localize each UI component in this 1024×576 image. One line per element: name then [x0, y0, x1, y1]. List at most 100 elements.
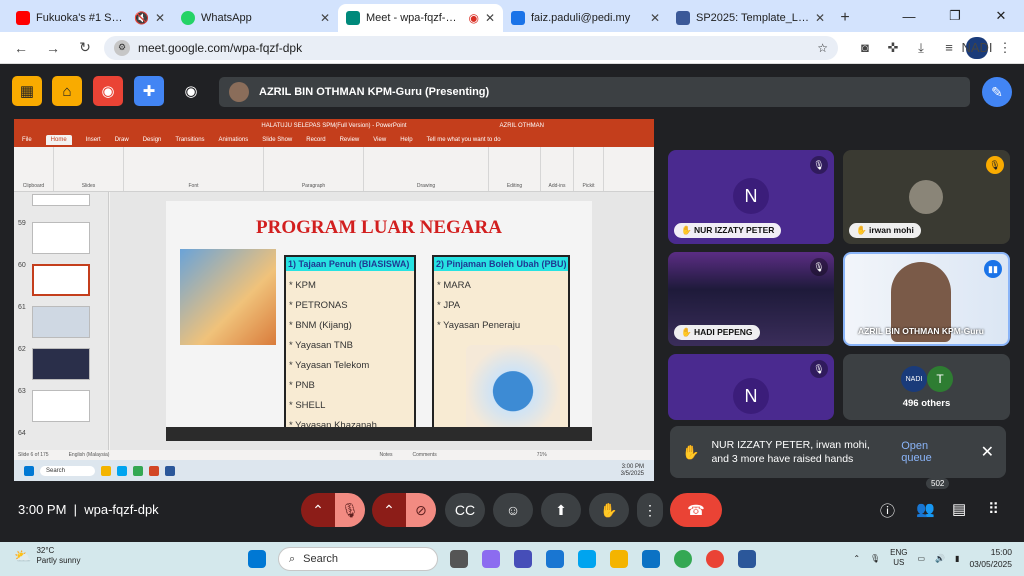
- people-icon[interactable]: 👥: [916, 500, 935, 518]
- ppt-tab-review[interactable]: Review: [340, 137, 360, 143]
- more-options-button[interactable]: ⋮: [637, 493, 663, 527]
- slide-thumbnail-current[interactable]: [32, 264, 90, 296]
- ppt-tell-me[interactable]: Tell me what you want to do: [427, 137, 501, 143]
- annotate-pen-icon[interactable]: ✎: [982, 77, 1012, 107]
- tab-meet[interactable]: Meet - wpa-fqzf-dpk ◉ ✕: [338, 4, 503, 32]
- close-tab-icon[interactable]: ✕: [155, 11, 165, 25]
- media-icon[interactable]: ≡: [938, 37, 960, 59]
- ppt-tab-design[interactable]: Design: [143, 137, 162, 143]
- ppt-tab-slideshow[interactable]: Slide Show: [262, 137, 292, 143]
- chevron-up-icon[interactable]: ⌃: [853, 554, 860, 563]
- video-options-button[interactable]: ⌃: [372, 493, 406, 527]
- taskbar-search[interactable]: ⌕ Search: [278, 547, 438, 571]
- ppt-tab-help[interactable]: Help: [400, 137, 412, 143]
- ribbon-font[interactable]: Font: [124, 147, 264, 191]
- chrome-profile-icon[interactable]: [706, 550, 724, 568]
- mute-icon[interactable]: 🔇: [134, 11, 149, 25]
- ribbon-clipboard[interactable]: Clipboard: [14, 147, 54, 191]
- close-icon[interactable]: ✕: [981, 442, 994, 462]
- door-icon[interactable]: ⌂: [52, 76, 82, 106]
- chat-icon[interactable]: ▤: [952, 500, 966, 518]
- tab-whatsapp[interactable]: WhatsApp ✕: [173, 4, 338, 32]
- ribbon-drawing[interactable]: Drawing: [364, 147, 489, 191]
- volume-icon[interactable]: 🔊: [935, 554, 945, 563]
- forward-icon[interactable]: →: [40, 35, 66, 61]
- ribbon-slides[interactable]: Slides: [54, 147, 124, 191]
- ribbon-addins[interactable]: Add-ins: [541, 147, 574, 191]
- close-tab-icon[interactable]: ✕: [650, 11, 660, 25]
- close-tab-icon[interactable]: ✕: [320, 11, 330, 25]
- captions-off-icon[interactable]: ▦: [12, 76, 42, 106]
- others-tile[interactable]: NADI T 496 others: [843, 354, 1010, 420]
- participant-tile[interactable]: N 🎙 ✋ NUR IZZATY PETER: [668, 150, 834, 244]
- zoom-level[interactable]: 71%: [537, 452, 547, 458]
- new-tab-button[interactable]: +: [833, 4, 857, 32]
- participant-tile[interactable]: N 🎙: [668, 354, 834, 420]
- word-icon[interactable]: [738, 550, 756, 568]
- store-icon[interactable]: [642, 550, 660, 568]
- participant-tile[interactable]: 🎙 ✋ irwan mohi: [843, 150, 1010, 244]
- notes-button[interactable]: Notes: [379, 452, 392, 458]
- eye-icon[interactable]: ◉: [176, 76, 206, 106]
- comments-button[interactable]: Comments: [413, 452, 437, 458]
- activities-icon[interactable]: ⠿: [988, 500, 999, 518]
- site-info-icon[interactable]: ⚙: [114, 39, 130, 56]
- close-window-icon[interactable]: ✕: [978, 0, 1024, 32]
- participant-tile-presenter[interactable]: ▮▮ AZRIL BIN OTHMAN KPM-Guru: [843, 252, 1010, 346]
- camera-icon[interactable]: ◙: [854, 37, 876, 59]
- back-icon[interactable]: ←: [8, 35, 34, 61]
- file-explorer-icon[interactable]: [610, 550, 628, 568]
- leave-call-button[interactable]: ☎: [670, 493, 722, 527]
- captions-button[interactable]: CC: [445, 493, 485, 527]
- tab-mail[interactable]: faiz.paduli@pedi.my ✕: [503, 4, 668, 32]
- ribbon-pickit[interactable]: Pickit: [574, 147, 604, 191]
- menu-icon[interactable]: ⋮: [994, 37, 1016, 59]
- info-icon[interactable]: ⓘ: [880, 500, 895, 521]
- minimize-icon[interactable]: —: [886, 0, 932, 32]
- ppt-tab-insert[interactable]: Insert: [86, 137, 101, 143]
- profile-avatar[interactable]: NADI: [961, 36, 993, 59]
- copilot-icon[interactable]: [482, 550, 500, 568]
- ppt-tab-record[interactable]: Record: [306, 137, 325, 143]
- outlook-icon[interactable]: [546, 550, 564, 568]
- task-view-icon[interactable]: [450, 550, 468, 568]
- ppt-tab-view[interactable]: View: [373, 137, 386, 143]
- ribbon-paragraph[interactable]: Paragraph: [264, 147, 364, 191]
- current-slide[interactable]: PROGRAM LUAR NEGARA 1) Tajaan Penuh (BIA…: [166, 201, 592, 441]
- chrome-icon[interactable]: [674, 550, 692, 568]
- close-tab-icon[interactable]: ✕: [815, 11, 825, 25]
- tab-youtube[interactable]: Fukuoka's #1 Soul food 🔇 ✕: [8, 4, 173, 32]
- ppt-tab-transitions[interactable]: Transitions: [175, 137, 204, 143]
- camera-toggle-button[interactable]: ⊘: [406, 493, 436, 527]
- slide-thumbnail[interactable]: [32, 348, 90, 380]
- present-button[interactable]: ⬆: [541, 493, 581, 527]
- open-queue-button[interactable]: Open queue: [901, 440, 956, 464]
- audio-options-button[interactable]: ⌃: [301, 493, 335, 527]
- ppt-tab-animations[interactable]: Animations: [219, 137, 249, 143]
- download-icon[interactable]: ⤓: [910, 37, 932, 59]
- teams-icon[interactable]: [514, 550, 532, 568]
- participant-tile[interactable]: 🎙 ✋ HADI PEPENG: [668, 252, 834, 346]
- raise-hand-button[interactable]: ✋: [589, 493, 629, 527]
- slide-thumbnail[interactable]: [32, 390, 90, 422]
- url-field[interactable]: ⚙ meet.google.com/wpa-fqzf-dpk ☆: [104, 35, 838, 60]
- restore-icon[interactable]: ❐: [932, 0, 978, 32]
- record-icon[interactable]: ◉: [93, 76, 123, 106]
- extensions-icon[interactable]: ✜: [882, 37, 904, 59]
- slide-thumbnail[interactable]: [32, 306, 90, 338]
- bookmark-star-icon[interactable]: ☆: [817, 41, 828, 55]
- weather-widget[interactable]: ⛅ 32°C Partly sunny: [14, 546, 80, 566]
- mic-toggle-button[interactable]: 🎙: [335, 493, 365, 527]
- ribbon-editing[interactable]: Editing: [489, 147, 541, 191]
- close-tab-icon[interactable]: ✕: [485, 11, 495, 25]
- slide-thumbnail[interactable]: [32, 222, 90, 254]
- ppt-tab-home[interactable]: Home: [45, 135, 72, 145]
- battery-icon[interactable]: ▮: [955, 554, 959, 563]
- reload-icon[interactable]: ↻: [72, 35, 98, 61]
- ppt-tab-draw[interactable]: Draw: [115, 137, 129, 143]
- emoji-button[interactable]: ☺: [493, 493, 533, 527]
- microphone-icon[interactable]: 🎙: [870, 554, 880, 563]
- tab-sp2025[interactable]: SP2025: Template_Laporan ✕: [668, 4, 833, 32]
- ppt-tab-file[interactable]: File: [22, 137, 32, 143]
- network-icon[interactable]: ▭: [918, 554, 926, 563]
